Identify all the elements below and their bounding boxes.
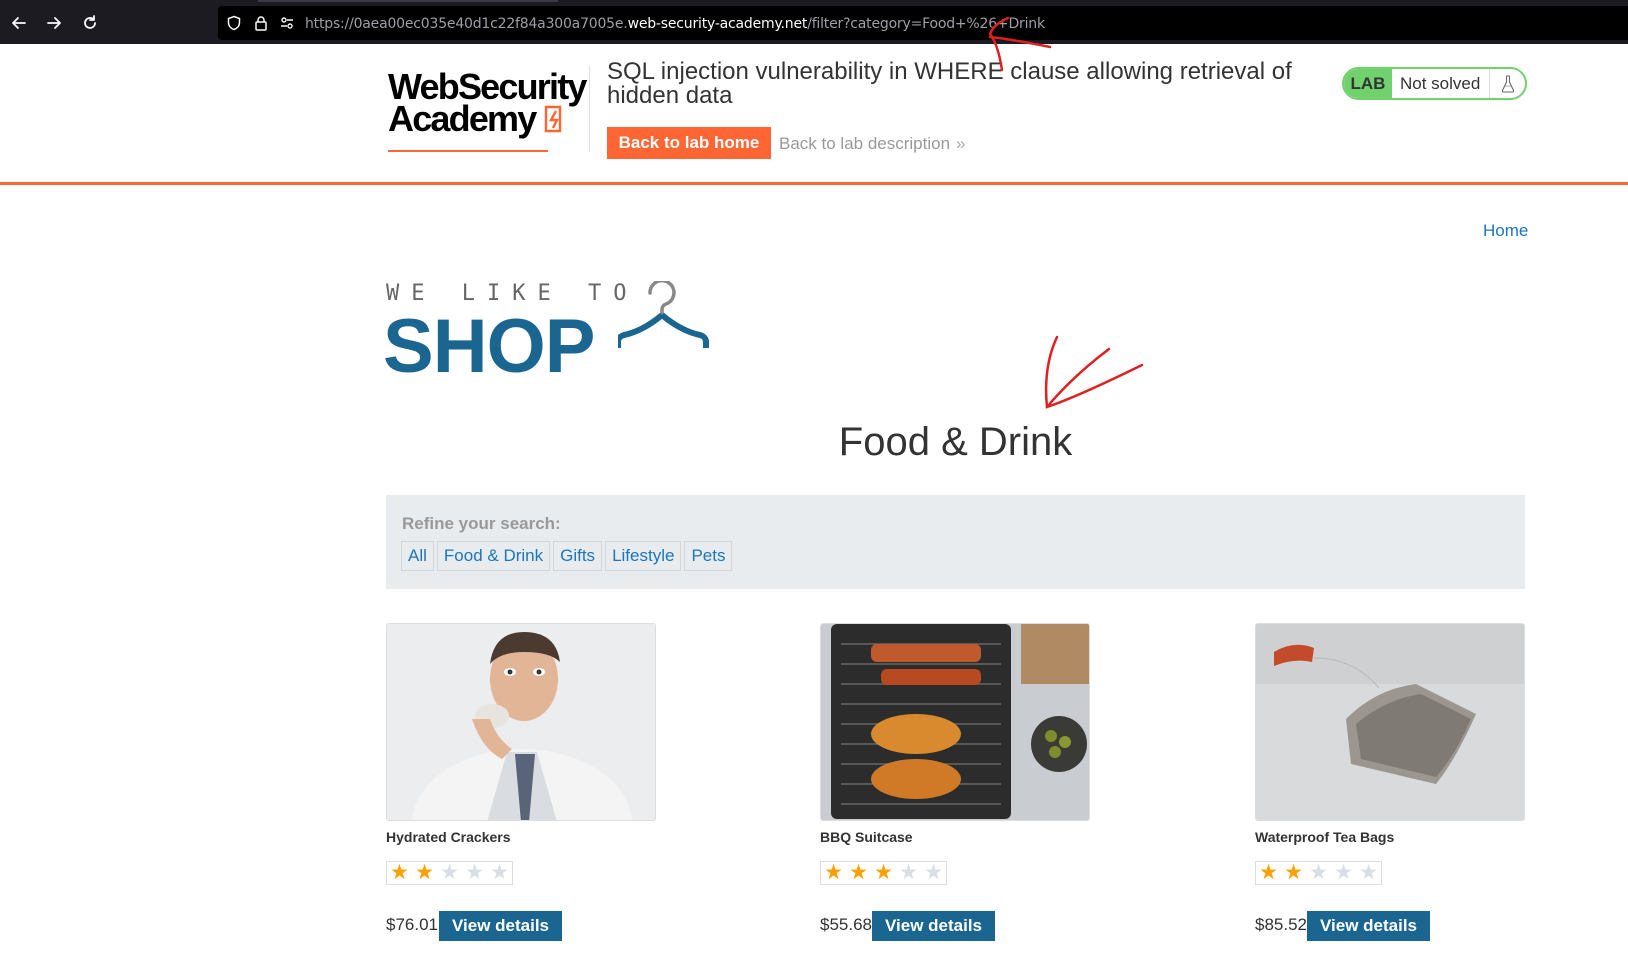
star-empty-icon: ★ — [465, 861, 484, 884]
product-name: Waterproof Tea Bags — [1255, 829, 1395, 845]
web-security-academy-logo[interactable]: WebSecurity Academy — [388, 66, 588, 162]
lab-status-widget: LAB Not solved — [1342, 67, 1527, 100]
flask-icon[interactable] — [1489, 69, 1525, 98]
page-title: Food & Drink — [838, 420, 1073, 464]
view-details-button[interactable]: View details — [439, 911, 562, 941]
lab-title: SQL injection vulnerability in WHERE cla… — [607, 58, 1292, 109]
star-empty-icon: ★ — [924, 861, 943, 884]
active-tab-indicator — [258, 0, 558, 2]
hanger-icon — [618, 281, 709, 348]
product-name: Hydrated Crackers — [386, 829, 511, 845]
star-empty-icon: ★ — [1359, 861, 1378, 884]
rating-stars: ★ ★ ★ ★ ★ — [386, 861, 513, 885]
product-image-bbq-suitcase[interactable] — [820, 623, 1090, 821]
academy-bolt-icon — [544, 105, 561, 133]
shop-logo-word: SHOP — [383, 304, 595, 389]
product-image-crackers[interactable] — [386, 623, 656, 821]
url-path: /filter?category=Food+%26+Drink — [807, 16, 1045, 32]
arrow-left-icon[interactable] — [8, 12, 30, 34]
filter-gifts[interactable]: Gifts — [553, 541, 603, 571]
star-empty-icon: ★ — [1309, 861, 1328, 884]
lab-status-text: Not solved — [1400, 73, 1481, 93]
rating-stars: ★ ★ ★ ★ ★ — [1255, 861, 1382, 885]
rating-stars: ★ ★ ★ ★ ★ — [820, 861, 947, 885]
shop-logo: WE LIKE TO SHOP — [383, 281, 746, 389]
browser-toolbar: https://0aea00ec035e40d1c22f84a300a7005e… — [0, 0, 1628, 44]
logo-underline — [388, 150, 548, 152]
filter-pets[interactable]: Pets — [684, 541, 733, 571]
arrow-right-icon[interactable] — [43, 12, 65, 34]
star-filled-icon: ★ — [824, 861, 843, 884]
product-name: BBQ Suitcase — [820, 829, 913, 845]
reload-icon[interactable] — [79, 12, 101, 34]
product-price: $55.68 — [820, 915, 872, 934]
lab-badge: LAB — [1344, 69, 1392, 98]
academy-header: WebSecurity Academy SQL injection vulner… — [0, 44, 1628, 185]
view-details-button[interactable]: View details — [872, 911, 995, 941]
filter-lifestyle[interactable]: Lifestyle — [605, 541, 682, 571]
star-empty-icon: ★ — [440, 861, 459, 884]
permissions-icon[interactable] — [278, 14, 296, 32]
product-card: Waterproof Tea Bags ★ ★ ★ ★ ★ $85.52 View de… — [1255, 623, 1525, 941]
product-image-tea-bags[interactable] — [1255, 623, 1525, 821]
star-filled-icon: ★ — [415, 861, 434, 884]
star-empty-icon: ★ — [899, 861, 918, 884]
product-card: BBQ Suitcase ★ ★ ★ ★ ★ $55.68 View details — [820, 623, 1090, 941]
category-filters: All Food & Drink Gifts Lifestyle Pets — [401, 541, 733, 571]
logo-line2: Academy — [388, 98, 570, 140]
shield-icon[interactable] — [225, 14, 243, 32]
star-filled-icon: ★ — [1284, 861, 1303, 884]
star-empty-icon: ★ — [1334, 861, 1353, 884]
home-link[interactable]: Home — [1483, 221, 1528, 241]
product-price: $76.01 — [386, 915, 438, 934]
back-to-lab-description-label: Back to lab description — [779, 134, 951, 153]
double-chevron-right-icon: » — [956, 134, 966, 153]
star-filled-icon: ★ — [390, 861, 409, 884]
star-filled-icon: ★ — [1259, 861, 1278, 884]
url-host: web-security-academy.net — [627, 16, 808, 32]
header-divider — [589, 66, 590, 152]
view-details-button[interactable]: View details — [1307, 911, 1430, 941]
back-to-lab-home-button[interactable]: Back to lab home — [607, 127, 771, 159]
star-filled-icon: ★ — [874, 861, 893, 884]
url-text[interactable]: https://0aea00ec035e40d1c22f84a300a7005e… — [305, 16, 1045, 32]
filter-all[interactable]: All — [401, 541, 434, 571]
url-prefix: https://0aea00ec035e40d1c22f84a300a7005e… — [305, 16, 628, 32]
back-to-lab-description-link[interactable]: Back to lab description » — [779, 134, 966, 154]
refine-search-panel: Refine your search: All Food & Drink Gif… — [386, 495, 1525, 589]
filter-food-drink[interactable]: Food & Drink — [436, 541, 551, 571]
product-card: Hydrated Crackers ★ ★ ★ ★ ★ $76.01 View deta… — [386, 623, 656, 941]
lock-icon[interactable] — [252, 14, 270, 32]
star-filled-icon: ★ — [849, 861, 868, 884]
star-empty-icon: ★ — [490, 861, 509, 884]
product-price: $85.52 — [1255, 915, 1307, 934]
refine-label: Refine your search: — [402, 514, 561, 533]
